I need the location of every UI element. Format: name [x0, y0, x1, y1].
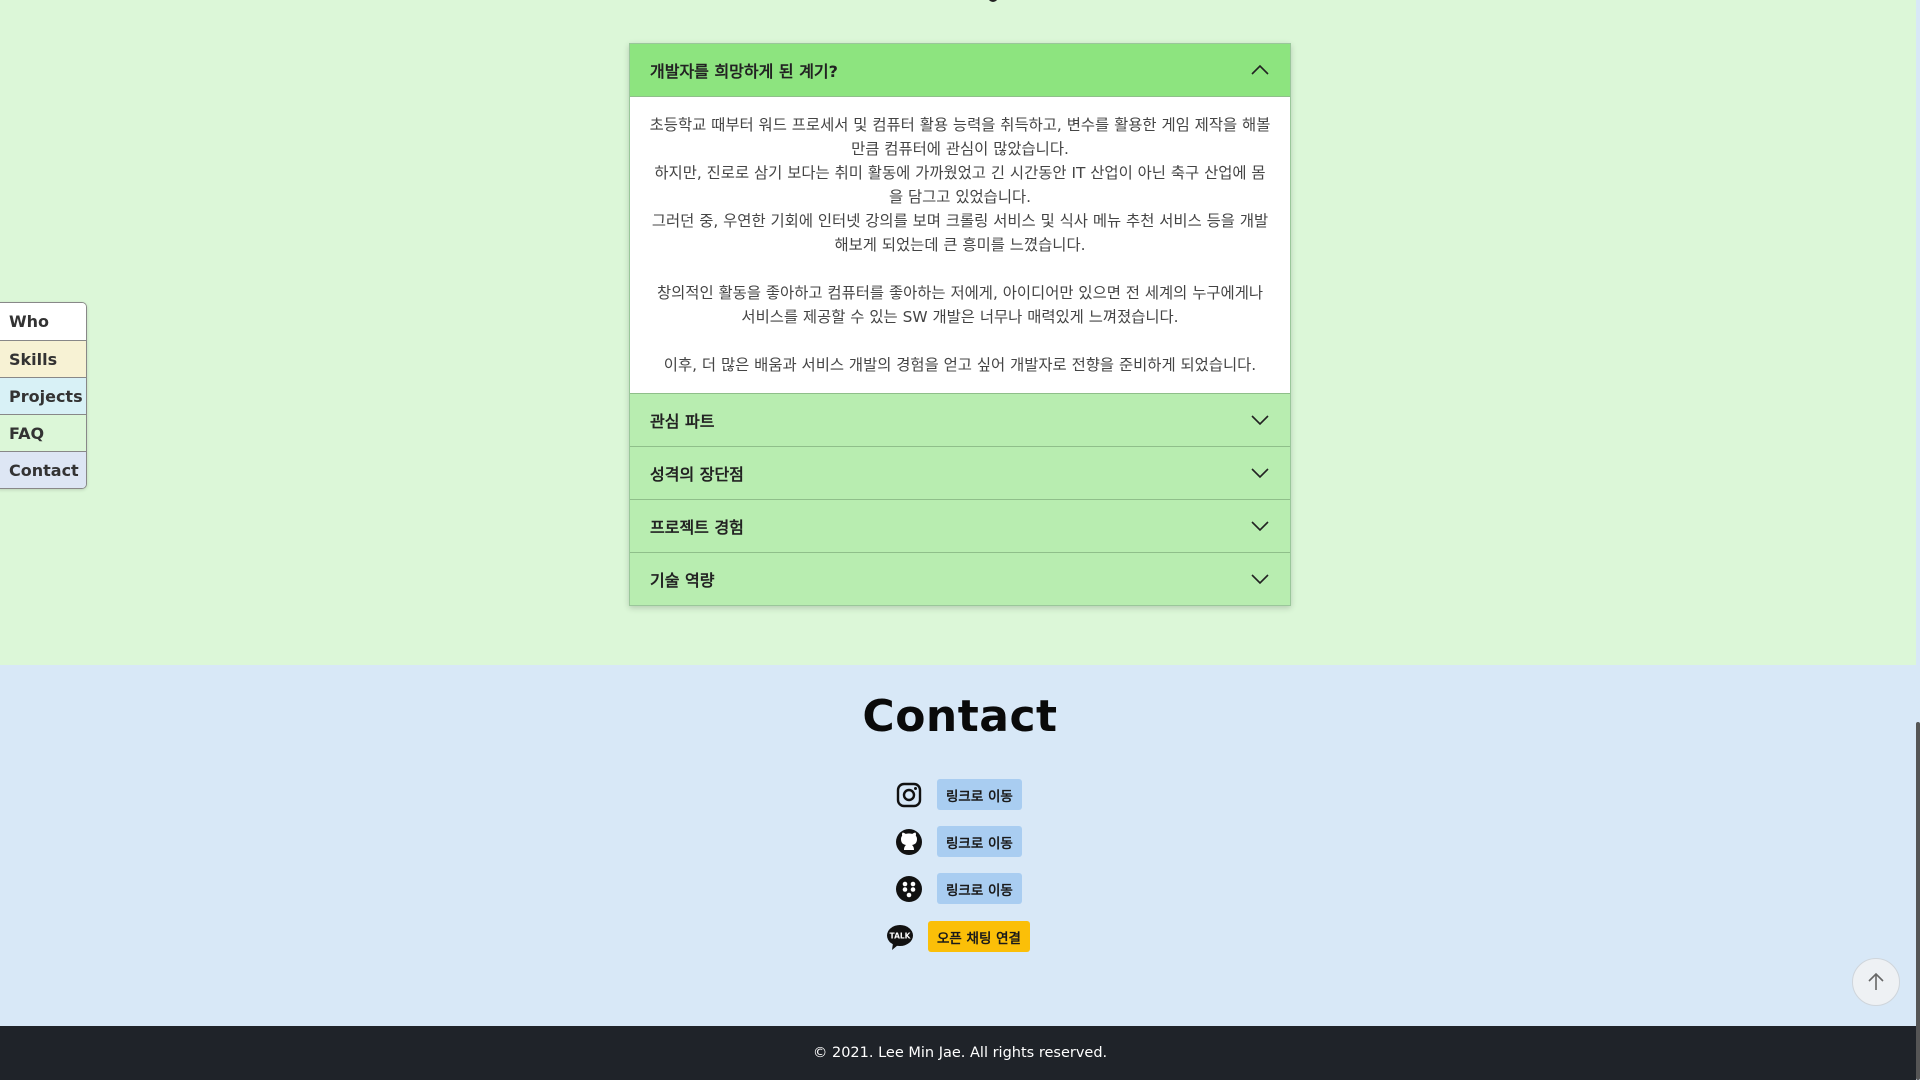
contact-row-github: 링크로 이동	[895, 826, 1022, 857]
contact-title: Contact	[862, 691, 1058, 742]
page: 개발자를 희망하게 된 계기? 초등학교 때부터 워드 프로세서 및 컴퓨터 활…	[0, 0, 1920, 1080]
side-nav: Who Skills Projects FAQ Contact	[0, 302, 87, 489]
side-nav-item-faq[interactable]: FAQ	[0, 414, 86, 451]
decorative-fragment	[988, 0, 998, 2]
faq-answer-line: 초등학교 때부터 워드 프로세서 및 컴퓨터 활용 능력을 취득하고, 변수를 …	[649, 116, 1271, 158]
faq-item-title: 관심 파트	[650, 412, 715, 431]
footer-copyright: © 2021. Lee Min Jae. All rights reserved…	[812, 1045, 1108, 1061]
svg-text:TALK: TALK	[890, 931, 912, 940]
faq-item-personality-header[interactable]: 성격의 장단점	[630, 446, 1290, 499]
velog-link-button[interactable]: 링크로 이동	[937, 873, 1022, 904]
faq-item-interest-header[interactable]: 관심 파트	[630, 393, 1290, 446]
faq-item-motivation-header[interactable]: 개발자를 희망하게 된 계기?	[630, 44, 1290, 97]
kakaotalk-open-chat-button[interactable]: 오픈 채팅 연결	[928, 921, 1030, 952]
chevron-down-icon	[1251, 468, 1269, 479]
faq-answer-line: 하지만, 진로로 삼기 보다는 취미 활동에 가까웠었고 긴 시간동안 IT 산…	[654, 164, 1266, 206]
chevron-down-icon	[1251, 521, 1269, 532]
github-icon[interactable]	[895, 828, 923, 856]
faq-item-title: 성격의 장단점	[650, 465, 744, 484]
side-nav-item-contact[interactable]: Contact	[0, 451, 86, 488]
faq-item-title: 프로젝트 경험	[650, 518, 744, 537]
velog-icon[interactable]	[895, 875, 923, 903]
faq-item-title: 기술 역량	[650, 571, 715, 590]
faq-section: 개발자를 희망하게 된 계기? 초등학교 때부터 워드 프로세서 및 컴퓨터 활…	[0, 0, 1920, 665]
faq-answer-line: 이후, 더 많은 배움과 서비스 개발의 경험을 얻고 싶어 개발자로 전향을 …	[663, 356, 1257, 374]
faq-accordion: 개발자를 희망하게 된 계기? 초등학교 때부터 워드 프로세서 및 컴퓨터 활…	[629, 43, 1291, 606]
scrollbar-thumb[interactable]	[1916, 722, 1920, 1080]
faq-item-title: 개발자를 희망하게 된 계기?	[650, 62, 838, 81]
faq-item-motivation-body: 초등학교 때부터 워드 프로세서 및 컴퓨터 활용 능력을 취득하고, 변수를 …	[630, 97, 1290, 393]
chevron-down-icon	[1251, 415, 1269, 426]
chevron-up-icon	[1251, 64, 1269, 75]
scroll-to-top-button[interactable]	[1852, 958, 1900, 1006]
kakaotalk-icon[interactable]: TALK	[886, 923, 914, 951]
contact-row-velog: 링크로 이동	[895, 873, 1022, 904]
github-link-button[interactable]: 링크로 이동	[937, 826, 1022, 857]
side-nav-item-projects[interactable]: Projects	[0, 377, 86, 414]
faq-answer-line: 그러던 중, 우연한 기회에 인터넷 강의를 보며 크롤링 서비스 및 식사 메…	[651, 212, 1269, 254]
chevron-down-icon	[1251, 574, 1269, 585]
footer: © 2021. Lee Min Jae. All rights reserved…	[0, 1026, 1920, 1080]
faq-item-skills-header[interactable]: 기술 역량	[630, 552, 1290, 605]
instagram-icon[interactable]	[895, 781, 923, 809]
contact-section: Contact 링크로 이동 링크로 이동 링크로 이동 TALK 오픈 채팅 …	[0, 665, 1920, 1026]
contact-row-kakaotalk: TALK 오픈 채팅 연결	[886, 921, 1030, 952]
contact-row-instagram: 링크로 이동	[895, 779, 1022, 810]
faq-answer-line: 창의적인 활동을 좋아하고 컴퓨터를 좋아하는 저에게, 아이디어만 있으면 전…	[656, 284, 1264, 326]
faq-item-project-header[interactable]: 프로젝트 경험	[630, 499, 1290, 552]
side-nav-item-skills[interactable]: Skills	[0, 340, 86, 377]
arrow-up-icon	[1868, 972, 1884, 990]
instagram-link-button[interactable]: 링크로 이동	[937, 779, 1022, 810]
side-nav-item-who[interactable]: Who	[0, 303, 86, 340]
